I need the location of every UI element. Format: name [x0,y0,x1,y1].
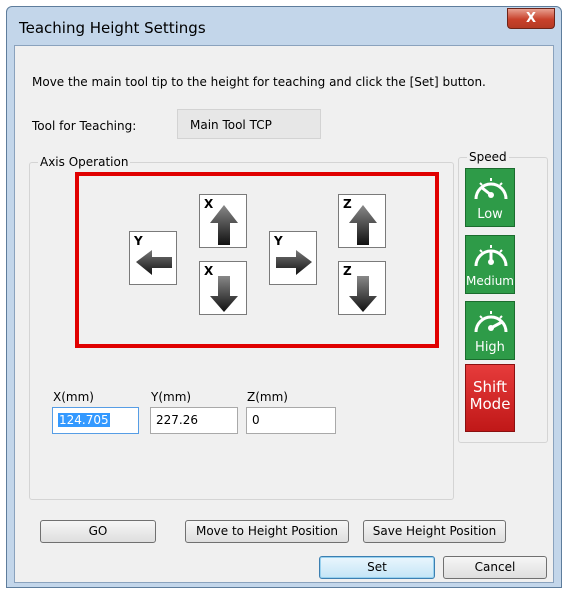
dialog-window: Teaching Height Settings X Move the main… [6,6,562,588]
instruction-text: Move the main tool tip to the height for… [32,75,486,89]
x-value: 124.705 [58,413,110,427]
arrow-up-icon [210,205,238,245]
window-title: Teaching Height Settings [19,19,206,37]
jog-x-plus-button[interactable]: X [199,194,247,248]
speed-low-button[interactable]: Low [465,168,515,227]
arrow-down-icon [210,276,238,312]
shift-mode-button[interactable]: Shift Mode [465,364,515,432]
speed-high-button[interactable]: High [465,301,515,360]
go-button[interactable]: GO [40,520,156,543]
jog-z-minus-button[interactable]: Z [338,261,386,315]
arrow-down-icon [349,276,377,312]
title-bar[interactable]: Teaching Height Settings X [7,7,561,45]
arrow-right-icon [276,250,312,275]
move-to-height-button[interactable]: Move to Height Position [185,520,349,543]
axis-operation-label: Axis Operation [38,155,131,169]
x-label: X(mm) [53,390,94,404]
jog-y-plus-button[interactable]: Y [269,231,317,285]
y-input[interactable]: 227.26 [150,407,238,434]
jog-x-minus-button[interactable]: X [199,261,247,315]
speedometer-icon [474,311,508,333]
tool-label: Tool for Teaching: [32,119,137,133]
shift-mode-line2: Mode [469,395,511,413]
arrow-left-icon [136,250,172,275]
speed-medium-label: Medium [466,274,514,288]
cancel-button[interactable]: Cancel [443,556,547,579]
shift-mode-line1: Shift [472,378,508,396]
y-label: Y(mm) [151,390,192,404]
speedometer-icon [474,178,508,200]
z-value: 0 [252,413,260,427]
z-input[interactable]: 0 [246,407,336,434]
y-value: 227.26 [156,413,198,427]
speed-label: Speed [467,150,509,164]
close-button[interactable]: X [507,8,555,29]
speed-high-label: High [475,340,505,355]
set-button[interactable]: Set [319,556,435,579]
speedometer-icon [474,245,508,267]
speed-low-label: Low [477,207,503,222]
close-icon: X [525,11,537,26]
save-height-button[interactable]: Save Height Position [363,520,506,543]
dialog-body: Move the main tool tip to the height for… [14,45,554,583]
tool-value-field: Main Tool TCP [177,109,321,139]
speed-medium-button[interactable]: Medium [465,235,515,294]
jog-z-plus-button[interactable]: Z [338,194,386,248]
jog-y-minus-button[interactable]: Y [129,231,177,285]
arrow-up-icon [349,205,377,245]
x-input[interactable]: 124.705 [52,407,139,434]
z-label: Z(mm) [247,390,288,404]
